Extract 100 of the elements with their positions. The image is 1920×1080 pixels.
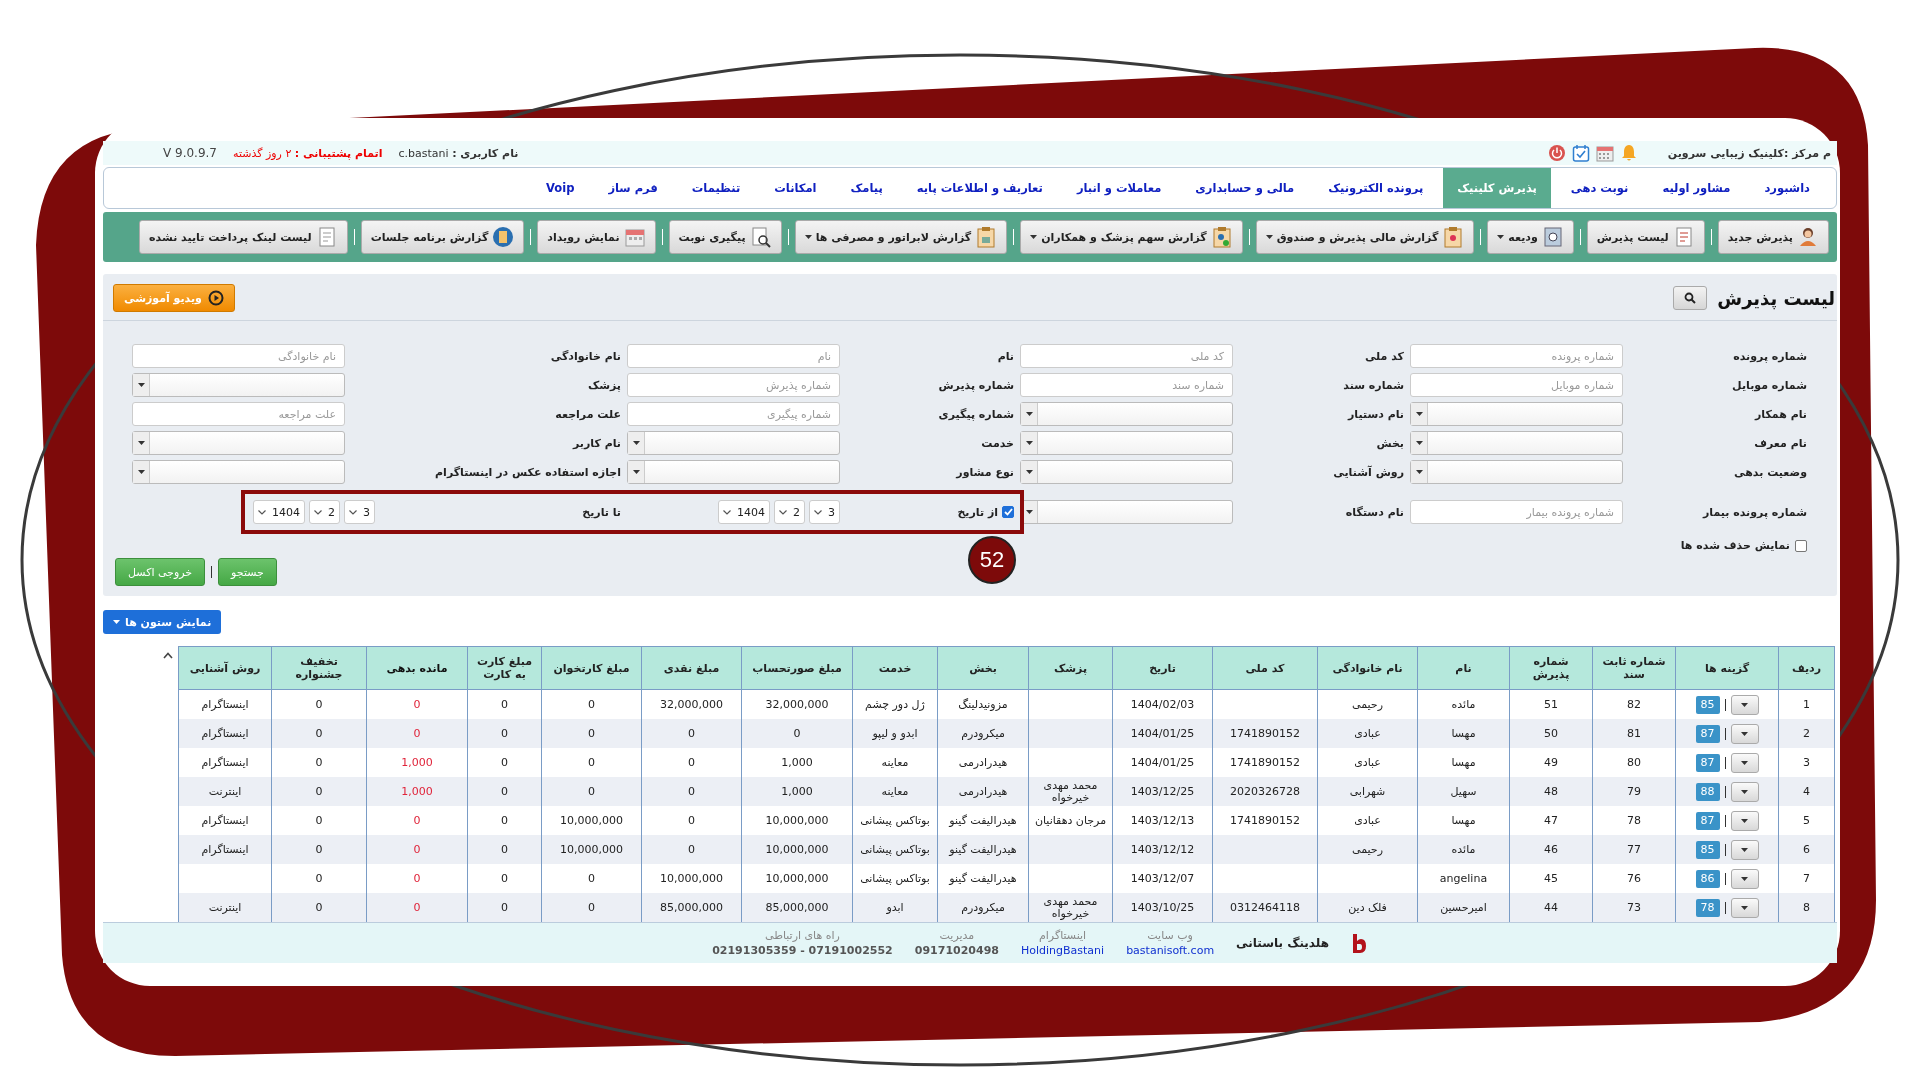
checkbox[interactable] bbox=[1795, 539, 1807, 552]
options-button[interactable] bbox=[1730, 810, 1759, 831]
nav-tab[interactable]: Voip bbox=[532, 168, 589, 208]
table-cell: 44 bbox=[1509, 893, 1593, 922]
table-cell: 73 bbox=[1592, 893, 1676, 922]
toolbar-button[interactable]: گزارش سهم پزشک و همکاران bbox=[1020, 220, 1243, 254]
column-header: نام خانوادگی bbox=[1317, 646, 1418, 690]
input-field[interactable]: علت مراجعه bbox=[132, 402, 345, 426]
options-button[interactable] bbox=[1730, 839, 1759, 860]
toolbar-button[interactable]: لیست لینک پرداخت تایید نشده bbox=[139, 220, 348, 254]
callout-badge: 52 bbox=[968, 536, 1016, 584]
options-button[interactable] bbox=[1730, 897, 1759, 918]
chevron-icon bbox=[779, 509, 787, 515]
power-icon[interactable] bbox=[1547, 144, 1566, 162]
nav-tab[interactable]: نوبت دهی bbox=[1556, 168, 1643, 208]
table-cell: 0 bbox=[541, 893, 642, 922]
input-field[interactable]: شماره موبایل bbox=[1410, 373, 1623, 397]
chevron-icon bbox=[314, 509, 322, 515]
caret-icon bbox=[1741, 731, 1748, 736]
table-cell: 0 bbox=[467, 777, 542, 806]
column-header: شماره پذیرش bbox=[1509, 646, 1593, 690]
toolbar-button[interactable]: لیست پذیرش bbox=[1586, 220, 1705, 254]
chevron-icon bbox=[814, 509, 822, 515]
field-label: نام کاربر bbox=[573, 436, 621, 450]
column-header: پزشک bbox=[1028, 646, 1113, 690]
contact-label: مدیریت bbox=[939, 928, 975, 943]
input-field[interactable]: نام bbox=[627, 344, 840, 368]
field-label: روش آشنایی bbox=[1333, 465, 1404, 479]
date-dropdown[interactable]: 1404 bbox=[718, 500, 770, 524]
table-cell: 0 bbox=[641, 719, 742, 748]
table-cell: 0 bbox=[741, 719, 853, 748]
nav-tab[interactable]: داشبورد bbox=[1750, 168, 1824, 208]
nav-tab[interactable]: امکانات bbox=[760, 168, 831, 208]
options-button[interactable] bbox=[1730, 752, 1759, 773]
toolbar-button[interactable]: ودیعه bbox=[1487, 220, 1574, 254]
caret-icon bbox=[1415, 470, 1423, 474]
field-label: شماره پذیرش bbox=[938, 378, 1014, 392]
nav-tab[interactable]: پرونده الکترونیک bbox=[1314, 168, 1438, 208]
field-label: نام دستگاه bbox=[1345, 505, 1404, 519]
table-cell: 1404/01/25 bbox=[1112, 719, 1213, 748]
date-dropdown[interactable]: 2 bbox=[774, 500, 805, 524]
column-header: گزینه ها bbox=[1675, 646, 1779, 690]
field-label: خدمت bbox=[981, 436, 1014, 450]
checkbox[interactable] bbox=[1002, 506, 1014, 518]
chevron-icon bbox=[723, 509, 731, 515]
search-button[interactable] bbox=[1673, 286, 1708, 310]
options-button[interactable] bbox=[1730, 781, 1759, 802]
input-field[interactable]: کد ملی bbox=[1020, 344, 1233, 368]
nav-tab[interactable]: فرم ساز bbox=[594, 168, 672, 208]
link[interactable]: HoldingBastani bbox=[1020, 943, 1105, 958]
table-cell: 1,000 bbox=[741, 777, 853, 806]
caret-icon bbox=[1415, 441, 1423, 445]
options-button[interactable] bbox=[1730, 694, 1759, 715]
date-dropdown[interactable]: 1404 bbox=[253, 500, 305, 524]
nav-tab[interactable]: تنظیمات bbox=[677, 168, 755, 208]
calendar-icon bbox=[623, 226, 646, 248]
options-button[interactable] bbox=[1730, 868, 1759, 889]
date-dropdown[interactable]: 3 bbox=[344, 500, 375, 524]
column-header: تخفیف جشنواره bbox=[271, 646, 367, 690]
toolbar-button[interactable]: پذیرش جدید bbox=[1717, 220, 1829, 254]
date-dropdown[interactable]: 3 bbox=[809, 500, 840, 524]
company-name: هلدینگ باستانی bbox=[1236, 936, 1329, 950]
contact-label: وب سایت bbox=[1147, 928, 1193, 943]
nav-tab[interactable]: معاملات و انبار bbox=[1062, 168, 1176, 208]
table-cell: 6 bbox=[1778, 835, 1835, 864]
nav-tab[interactable]: مالی و حسابداری bbox=[1181, 168, 1309, 208]
columns-button[interactable]: نمایش ستون ها bbox=[103, 610, 222, 634]
table-cell: 0 bbox=[271, 719, 367, 748]
table-cell: هیدرادرمی bbox=[937, 777, 1029, 806]
caret-icon bbox=[1741, 702, 1748, 707]
toolbar-button[interactable]: پیگیری نوبت bbox=[668, 220, 782, 254]
caret-icon bbox=[1415, 412, 1423, 416]
input-field[interactable]: نام خانوادگی bbox=[132, 344, 345, 368]
nav-tab[interactable]: پیامک bbox=[836, 168, 897, 208]
toolbar-button[interactable]: گزارش لابراتور و مصرفی ها bbox=[794, 220, 1008, 254]
input-field[interactable]: شماره پرونده بیمار bbox=[1410, 500, 1623, 524]
table-cell: امیرحسین bbox=[1417, 893, 1510, 922]
link[interactable]: bastanisoft.com bbox=[1126, 943, 1215, 958]
options-button[interactable] bbox=[1730, 723, 1759, 744]
field-label: علت مراجعه bbox=[555, 407, 621, 421]
table-cell: 0 bbox=[467, 893, 542, 922]
table-cell: محمد مهدی خیرخواه bbox=[1028, 893, 1113, 922]
input-field[interactable]: شماره سند bbox=[1020, 373, 1233, 397]
table-cell: 85,000,000 bbox=[741, 893, 853, 922]
table-cell: 1403/12/12 bbox=[1112, 835, 1213, 864]
date-dropdown[interactable]: 2 bbox=[309, 500, 340, 524]
column-header: بخش bbox=[937, 646, 1029, 690]
caret-icon bbox=[1025, 510, 1033, 514]
input-field[interactable]: شماره پیگیری bbox=[627, 402, 840, 426]
toolbar-button[interactable]: نمایش رویداد bbox=[537, 220, 656, 254]
table-cell: اینستاگرام bbox=[178, 835, 272, 864]
toolbar-button[interactable]: گزارش برنامه جلسات bbox=[360, 220, 525, 254]
nav-tab[interactable]: تعاریف و اطلاعات پایه bbox=[902, 168, 1057, 208]
table-cell: 10,000,000 bbox=[741, 835, 853, 864]
field-label: پزشک bbox=[587, 378, 621, 392]
input-field[interactable]: شماره پرونده bbox=[1410, 344, 1623, 368]
chevron-up-icon[interactable] bbox=[163, 652, 173, 659]
toolbar-button[interactable]: گزارش مالی پذیرش و صندوق bbox=[1255, 220, 1475, 254]
nav-tab[interactable]: مشاور اولیه bbox=[1648, 168, 1745, 208]
input-field[interactable]: شماره پذیرش bbox=[627, 373, 840, 397]
